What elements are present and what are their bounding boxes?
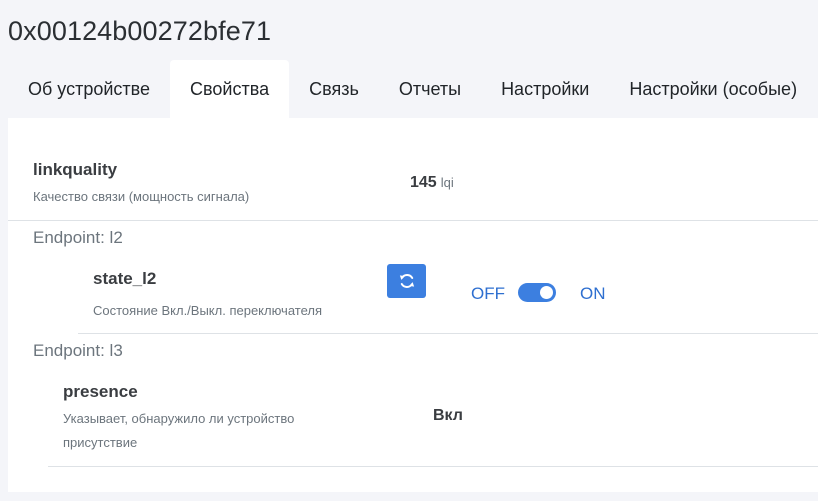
tab-reports[interactable]: Отчеты — [379, 60, 481, 118]
toggle-on-label: ON — [580, 284, 606, 303]
tab-bind[interactable]: Связь — [289, 60, 379, 118]
presence-description-line1: Указывает, обнаружило ли устройство — [63, 411, 295, 426]
device-title: 0x00124b00272bfe71 — [8, 16, 272, 46]
linkquality-unit: lqi — [440, 175, 454, 190]
tab-bar: Об устройстве Свойства Связь Отчеты Наст… — [8, 60, 817, 118]
tab-settings[interactable]: Настройки — [481, 60, 609, 118]
state-l2-toggle[interactable] — [518, 283, 556, 302]
presence-description-line2: присутствие — [63, 435, 138, 450]
divider — [78, 333, 818, 334]
linkquality-name: linkquality — [33, 160, 118, 179]
toggle-knob — [540, 286, 553, 299]
refresh-button[interactable] — [387, 264, 426, 298]
properties-panel: linkquality Качество связи (мощность сиг… — [8, 118, 818, 492]
divider — [8, 220, 818, 221]
linkquality-description: Качество связи (мощность сигнала) — [33, 189, 250, 204]
tab-properties[interactable]: Свойства — [170, 60, 290, 118]
divider — [48, 466, 818, 467]
presence-name: presence — [63, 382, 138, 401]
presence-value: Вкл — [433, 407, 463, 424]
endpoint-l2-label: Endpoint: l2 — [33, 228, 123, 247]
tab-about[interactable]: Об устройстве — [8, 60, 170, 118]
tab-settings-specific[interactable]: Настройки (особые) — [609, 60, 817, 118]
state-l2-description: Состояние Вкл./Выкл. переключателя — [93, 303, 323, 318]
linkquality-value: 145 lqi — [410, 174, 454, 192]
toggle-off-label: OFF — [471, 284, 505, 303]
endpoint-l3-label: Endpoint: l3 — [33, 341, 123, 360]
refresh-icon — [399, 274, 414, 288]
state-l2-name: state_l2 — [93, 269, 157, 288]
linkquality-number: 145 — [410, 174, 437, 191]
